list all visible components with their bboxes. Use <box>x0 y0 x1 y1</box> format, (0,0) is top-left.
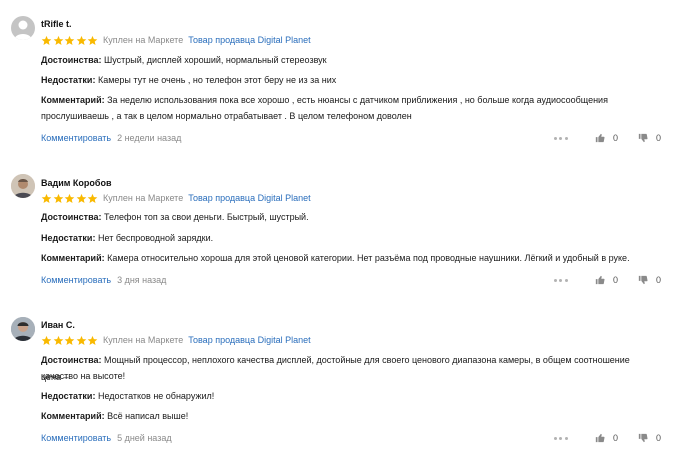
star-icon <box>64 335 75 345</box>
author-name[interactable]: Иван С. <box>41 320 75 330</box>
pros-label: Достоинства: <box>41 355 102 365</box>
star-rating <box>41 335 98 346</box>
bought-on-market-label: Куплен на Маркете <box>103 35 184 45</box>
comment-line: Комментарий: Всё написал выше! <box>41 408 650 425</box>
pros-line-continued: качество на высоте! <box>41 368 650 385</box>
review-date: 3 дня назад <box>117 275 167 285</box>
author-name[interactable]: Вадим Коробов <box>41 178 111 188</box>
star-icon <box>76 193 86 203</box>
user-silhouette-icon <box>14 20 32 40</box>
dislike-count: 0 <box>655 133 661 143</box>
review-date: 2 недели назад <box>117 133 182 143</box>
star-icon <box>87 35 98 45</box>
like-count: 0 <box>612 133 618 143</box>
star-icon <box>53 193 63 203</box>
avatar[interactable] <box>11 16 35 40</box>
thumbs-up-icon <box>595 433 605 443</box>
pros-text: качество на высоте! <box>41 371 126 381</box>
author-name[interactable]: tRifle t. <box>41 19 72 29</box>
more-options-icon[interactable] <box>553 436 569 440</box>
thumbs-up-icon <box>595 275 605 285</box>
star-icon <box>53 35 63 45</box>
user-photo-icon <box>11 174 35 198</box>
star-icon <box>64 193 75 203</box>
dislike-button[interactable]: 0 <box>638 433 661 443</box>
pros-line: Достоинства: Телефон топ за свои деньги.… <box>41 209 650 226</box>
thumbs-up-icon <box>595 133 605 143</box>
comment-button[interactable]: Комментировать <box>41 433 111 443</box>
dislike-count: 0 <box>655 275 661 285</box>
cons-label: Недостатки: <box>41 233 96 243</box>
user-photo-icon <box>11 317 35 341</box>
cons-text: Недостатков не обнаружил! <box>97 391 215 401</box>
star-icon <box>76 335 86 345</box>
star-icon <box>41 35 52 45</box>
comment-line-continued: прослушиваешь , а так в целом нормально … <box>41 108 650 125</box>
thumbs-down-icon <box>638 275 648 285</box>
star-icon <box>41 193 52 203</box>
pros-line: Достоинства: Шустрый, дисплей хороший, н… <box>41 52 650 69</box>
cons-text: Нет беспроводной зарядки. <box>97 233 214 243</box>
like-button[interactable]: 0 <box>595 133 618 143</box>
comment-line: Комментарий: Камера относительно хороша … <box>41 250 650 267</box>
pros-text: Шустрый, дисплей хороший, нормальный сте… <box>104 55 327 65</box>
avatar[interactable] <box>11 174 35 198</box>
bought-on-market-label: Куплен на Маркете <box>103 193 184 203</box>
seller-link[interactable]: Товар продавца Digital Planet <box>188 35 310 45</box>
more-options-icon[interactable] <box>553 136 569 140</box>
comment-text: прослушиваешь , а так в целом нормально … <box>41 111 412 121</box>
pros-label: Достоинства: <box>41 55 102 65</box>
pros-text: Телефон топ за свои деньги. Быстрый, шус… <box>104 212 309 222</box>
seller-link[interactable]: Товар продавца Digital Planet <box>188 335 310 345</box>
comment-text: За неделю использования пока все хорошо … <box>107 95 608 105</box>
review-meta: Куплен на Маркете Товар продавца Digital… <box>41 34 311 46</box>
thumbs-down-icon <box>638 133 648 143</box>
dislike-count: 0 <box>655 433 661 443</box>
avatar[interactable] <box>11 317 35 341</box>
like-button[interactable]: 0 <box>595 275 618 285</box>
comment-line: Комментарий: За неделю использования пок… <box>41 92 650 109</box>
comment-button[interactable]: Комментировать <box>41 133 111 143</box>
star-icon <box>53 335 63 345</box>
seller-link[interactable]: Товар продавца Digital Planet <box>188 193 310 203</box>
star-rating <box>41 193 98 204</box>
pros-label: Достоинства: <box>41 212 102 222</box>
comment-button[interactable]: Комментировать <box>41 275 111 285</box>
star-icon <box>87 193 98 203</box>
cons-line: Недостатки: Нет беспроводной зарядки. <box>41 230 650 247</box>
star-icon <box>64 35 75 45</box>
review-meta: Куплен на Маркете Товар продавца Digital… <box>41 192 311 204</box>
star-icon <box>41 335 52 345</box>
cons-line: Недостатки: Камеры тут не очень , но тел… <box>41 72 650 89</box>
like-count: 0 <box>612 275 618 285</box>
like-count: 0 <box>612 433 618 443</box>
cons-line: Недостатки: Недостатков не обнаружил! <box>41 388 650 405</box>
comment-text: Камера относительно хороша для этой цено… <box>107 253 630 263</box>
star-icon <box>76 35 86 45</box>
cons-text: Камеры тут не очень , но телефон этот бе… <box>97 75 337 85</box>
comment-label: Комментарий: <box>41 253 105 263</box>
review-meta: Куплен на Маркете Товар продавца Digital… <box>41 334 311 346</box>
comment-label: Комментарий: <box>41 95 105 105</box>
like-button[interactable]: 0 <box>595 433 618 443</box>
dislike-button[interactable]: 0 <box>638 133 661 143</box>
review-actions: Комментировать 3 дня назад 0 0 <box>41 273 661 287</box>
cons-label: Недостатки: <box>41 75 96 85</box>
bought-on-market-label: Куплен на Маркете <box>103 335 184 345</box>
dislike-button[interactable]: 0 <box>638 275 661 285</box>
star-rating <box>41 35 98 46</box>
thumbs-down-icon <box>638 433 648 443</box>
comment-label: Комментарий: <box>41 411 105 421</box>
comment-text: Всё написал выше! <box>107 411 189 421</box>
more-options-icon[interactable] <box>553 278 569 282</box>
star-icon <box>87 335 98 345</box>
review-date: 5 дней назад <box>117 433 172 443</box>
review-actions: Комментировать 2 недели назад 0 0 <box>41 131 661 145</box>
cons-label: Недостатки: <box>41 391 96 401</box>
review-actions: Комментировать 5 дней назад 0 0 <box>41 431 661 445</box>
